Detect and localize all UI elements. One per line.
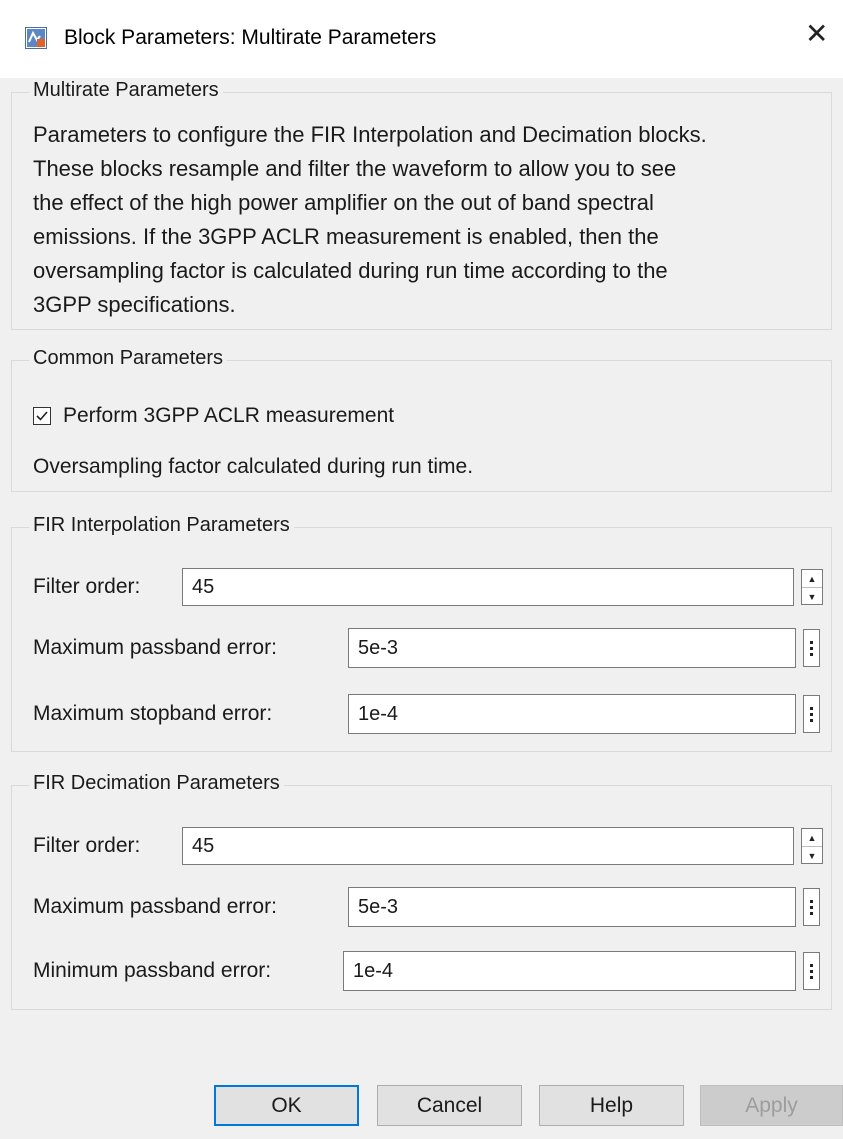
aclr-checkbox-label: Perform 3GPP ACLR measurement: [63, 404, 395, 427]
description-line: the effect of the high power amplifier o…: [33, 190, 654, 215]
dec-filter-order-label: Filter order:: [33, 834, 141, 857]
dec-min-passband-input[interactable]: 1e-4: [343, 951, 796, 991]
simulink-block-icon: [25, 27, 47, 49]
help-button[interactable]: Help: [539, 1085, 684, 1126]
interp-filter-order-spinner[interactable]: ▲ ▼: [801, 569, 823, 605]
close-icon[interactable]: ✕: [805, 20, 828, 48]
description-line: oversampling factor is calculated during…: [33, 258, 668, 283]
spin-up-icon[interactable]: ▲: [802, 829, 822, 847]
dec-max-passband-label: Maximum passband error:: [33, 895, 277, 918]
aclr-checkbox[interactable]: [33, 407, 51, 425]
dec-min-passband-label: Minimum passband error:: [33, 959, 272, 982]
checkmark-icon: [36, 411, 48, 421]
spin-down-icon[interactable]: ▼: [802, 847, 822, 864]
spin-down-icon[interactable]: ▼: [802, 588, 822, 605]
more-options-icon[interactable]: [803, 952, 820, 990]
dec-filter-order-input[interactable]: 45: [182, 827, 794, 865]
description-line: These blocks resample and filter the wav…: [33, 156, 677, 181]
multirate-legend: Multirate Parameters: [29, 79, 223, 102]
interp-max-stopband-input[interactable]: 1e-4: [348, 694, 796, 734]
more-options-icon[interactable]: [803, 695, 820, 733]
interp-filter-order-label: Filter order:: [33, 575, 141, 598]
cancel-button[interactable]: Cancel: [377, 1085, 522, 1126]
apply-button[interactable]: Apply: [700, 1085, 843, 1126]
description-line: 3GPP specifications.: [33, 292, 236, 317]
dec-max-passband-input[interactable]: 5e-3: [348, 887, 796, 927]
ok-button[interactable]: OK: [214, 1085, 359, 1126]
interp-max-passband-label: Maximum passband error:: [33, 636, 277, 659]
interpolation-legend: FIR Interpolation Parameters: [29, 514, 294, 537]
decimation-legend: FIR Decimation Parameters: [29, 772, 284, 795]
more-options-icon[interactable]: [803, 629, 820, 667]
more-options-icon[interactable]: [803, 888, 820, 926]
interp-max-passband-input[interactable]: 5e-3: [348, 628, 796, 668]
interp-filter-order-input[interactable]: 45: [182, 568, 794, 606]
interp-max-stopband-label: Maximum stopband error:: [33, 702, 273, 725]
description-line: Parameters to configure the FIR Interpol…: [33, 122, 707, 147]
dec-filter-order-spinner[interactable]: ▲ ▼: [801, 828, 823, 864]
spin-up-icon[interactable]: ▲: [802, 570, 822, 588]
window-title: Block Parameters: Multirate Parameters: [64, 26, 437, 49]
aclr-checkbox-row[interactable]: Perform 3GPP ACLR measurement: [33, 404, 394, 428]
common-legend: Common Parameters: [29, 347, 228, 370]
multirate-description: Parameters to configure the FIR Interpol…: [33, 118, 833, 322]
description-line: emissions. If the 3GPP ACLR measurement …: [33, 224, 659, 249]
oversampling-note: Oversampling factor calculated during ru…: [33, 455, 474, 478]
